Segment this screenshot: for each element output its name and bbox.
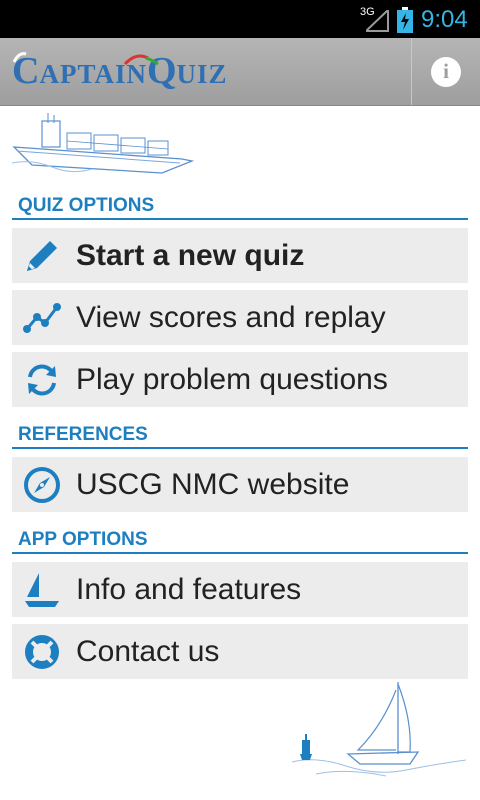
logo-text-uiz: UIZ	[176, 59, 228, 89]
battery-icon	[397, 7, 413, 33]
app-logo: CAPTAINQUIZ	[12, 52, 228, 90]
section-references: REFERENCES	[12, 423, 468, 449]
status-bar: 3G 9:04	[0, 0, 480, 38]
uscg-nmc-website-button[interactable]: USCG NMC website	[12, 457, 468, 512]
section-quiz-options: QUIZ OPTIONS	[12, 194, 468, 220]
ship-illustration	[12, 113, 194, 174]
pencil-icon	[22, 236, 62, 276]
start-new-quiz-label: Start a new quiz	[76, 238, 305, 272]
start-new-quiz-button[interactable]: Start a new quiz	[12, 228, 468, 283]
contact-us-label: Contact us	[76, 634, 220, 668]
signal-icon	[366, 10, 389, 32]
logo-light-icon	[123, 54, 159, 66]
action-bar: CAPTAINQUIZ i	[0, 38, 480, 106]
section-app-options: APP OPTIONS	[12, 528, 468, 554]
contact-us-button[interactable]: Contact us	[12, 624, 468, 679]
uscg-nmc-website-label: USCG NMC website	[76, 467, 350, 501]
chart-line-icon	[22, 298, 62, 338]
sailboat-icon	[22, 570, 62, 610]
lifebuoy-icon	[22, 632, 62, 672]
info-and-features-label: Info and features	[76, 572, 302, 606]
play-problem-questions-button[interactable]: Play problem questions	[12, 352, 468, 407]
logo-flag-icon	[13, 52, 27, 63]
view-scores-label: View scores and replay	[76, 300, 386, 334]
info-button[interactable]: i	[412, 38, 480, 105]
clock: 9:04	[421, 6, 468, 33]
info-icon: i	[431, 56, 461, 87]
play-problem-questions-label: Play problem questions	[76, 362, 388, 396]
view-scores-button[interactable]: View scores and replay	[12, 290, 468, 345]
info-and-features-button[interactable]: Info and features	[12, 562, 468, 617]
refresh-icon	[22, 360, 62, 400]
compass-icon	[22, 465, 62, 505]
sailboat-illustration	[291, 682, 467, 777]
